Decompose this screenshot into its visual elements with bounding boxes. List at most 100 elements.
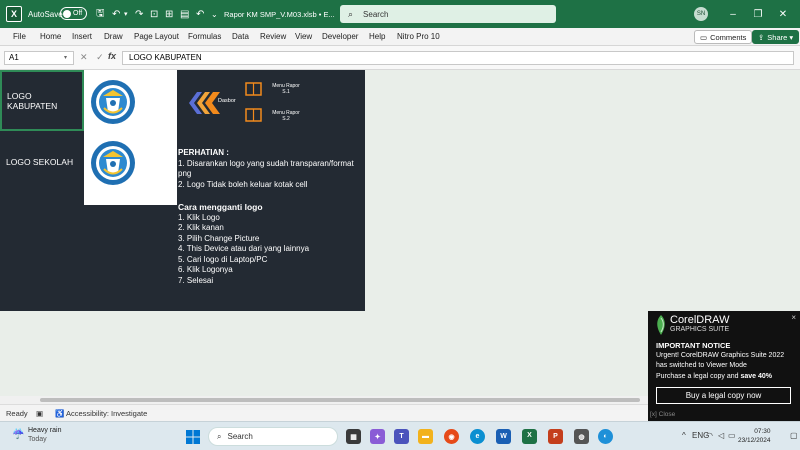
menu-rapor-s1-label[interactable]: Menu Rapor S.1 bbox=[271, 83, 301, 95]
notification-icon[interactable]: ▢ bbox=[790, 431, 798, 440]
book-icon-2[interactable] bbox=[245, 108, 262, 122]
tab-draw[interactable]: Draw bbox=[104, 32, 123, 41]
tab-insert[interactable]: Insert bbox=[72, 32, 92, 41]
restore-icon[interactable]: ❐ bbox=[751, 7, 765, 21]
name-box-dropdown-icon[interactable]: ▾ bbox=[64, 54, 67, 61]
tab-formulas[interactable]: Formulas bbox=[188, 32, 221, 41]
word-icon[interactable]: W bbox=[496, 429, 511, 444]
menu-rapor-s2-label[interactable]: Menu Rapor S.2 bbox=[271, 110, 301, 122]
scrollbar-thumb[interactable] bbox=[40, 398, 640, 402]
autosave-toggle[interactable]: Off bbox=[60, 7, 87, 20]
wifi-icon[interactable]: ◠ bbox=[706, 431, 713, 440]
cell-a2-text[interactable]: LOGO SEKOLAH bbox=[6, 157, 73, 167]
quick-access-icon-3[interactable]: ▤ bbox=[180, 7, 189, 21]
undo-icon[interactable]: ↶ bbox=[112, 7, 120, 21]
tab-file[interactable]: File bbox=[13, 32, 26, 41]
step-item: 6. Klik Logonya bbox=[178, 265, 233, 274]
share-button[interactable]: ⇪ Share ▾ bbox=[752, 30, 800, 44]
tab-review[interactable]: Review bbox=[260, 32, 286, 41]
clock-date: 23/12/2024 bbox=[738, 437, 771, 444]
logo-box bbox=[84, 70, 177, 205]
save-icon[interactable]: 🖫 bbox=[96, 7, 105, 21]
weather-icon[interactable]: ☔ bbox=[12, 429, 24, 440]
instructions: PERHATIAN : 1. Disarankan logo yang suda… bbox=[178, 148, 365, 286]
offer-text: Purchase a legal copy and bbox=[656, 373, 741, 380]
close-icon[interactable]: × bbox=[791, 313, 796, 322]
share-icon: ⇪ bbox=[758, 32, 765, 42]
taskbar-search-placeholder: Search bbox=[227, 432, 253, 441]
tab-page-layout[interactable]: Page Layout bbox=[134, 32, 179, 41]
tab-nitro[interactable]: Nitro Pro 10 bbox=[397, 32, 440, 41]
battery-icon[interactable]: ▭ bbox=[728, 431, 736, 440]
clock[interactable]: 07:30 23/12/2024 bbox=[738, 427, 771, 445]
confirm-icon[interactable]: ✓ bbox=[96, 52, 104, 62]
customize-toolbar-icon[interactable]: ⌄ bbox=[211, 7, 218, 21]
weather-widget[interactable]: Heavy rain Today bbox=[28, 426, 61, 444]
app-icon[interactable]: ◍ bbox=[574, 429, 589, 444]
minimize-icon[interactable]: – bbox=[726, 7, 740, 21]
dasbor-chevron-icon[interactable] bbox=[183, 92, 223, 114]
avatar[interactable]: SN bbox=[694, 7, 708, 21]
horizontal-scrollbar[interactable] bbox=[0, 396, 648, 404]
weather-title: Heavy rain bbox=[28, 427, 62, 434]
tab-help[interactable]: Help bbox=[369, 32, 385, 41]
app-icon-2[interactable]: ◐ bbox=[598, 429, 613, 444]
coreldraw-notice-popup: × CorelDRAW GRAPHICS SUITE IMPORTANT NOT… bbox=[648, 311, 800, 421]
file-explorer-icon[interactable]: ▬ bbox=[418, 429, 433, 444]
autosave-state: Off bbox=[73, 10, 83, 17]
formula-actions: ✕ ✓ bbox=[80, 52, 104, 63]
search-input[interactable]: ⌕ Search bbox=[340, 5, 556, 23]
accessibility-status[interactable]: Accessibility: Investigate bbox=[66, 409, 147, 418]
corel-sub: GRAPHICS SUITE bbox=[670, 326, 730, 333]
comments-button[interactable]: ▭ Comments bbox=[694, 30, 753, 44]
weather-sub: Today bbox=[28, 436, 47, 443]
search-placeholder: Search bbox=[363, 9, 389, 19]
windows-start-icon[interactable] bbox=[186, 430, 200, 444]
insert-function-icon[interactable]: fx bbox=[108, 51, 116, 61]
undo-dropdown-icon[interactable]: ▾ bbox=[124, 7, 128, 21]
step-item: 4. This Device atau dari yang lainnya bbox=[178, 244, 310, 253]
redo-icon[interactable]: ↷ bbox=[135, 7, 143, 21]
volume-icon[interactable]: ◁ bbox=[718, 431, 724, 440]
tab-home[interactable]: Home bbox=[40, 32, 61, 41]
chrome-icon[interactable]: ◉ bbox=[444, 429, 459, 444]
search-icon: ⌕ bbox=[217, 431, 222, 441]
close-link[interactable]: [x] Close bbox=[650, 411, 675, 418]
notice-line: 1. Disarankan logo yang sudah transparan… bbox=[178, 158, 354, 179]
step-item: 5. Cari logo di Laptop/PC bbox=[178, 254, 268, 264]
quick-access-icon-2[interactable]: ⊞ bbox=[165, 7, 173, 21]
accessibility-icon[interactable]: ♿ bbox=[55, 409, 64, 418]
cell-a1[interactable]: LOGO KABUPATEN bbox=[0, 70, 84, 131]
close-icon[interactable]: ✕ bbox=[776, 7, 790, 21]
buy-legal-copy-button[interactable]: Buy a legal copy now bbox=[656, 387, 791, 404]
notice-title: PERHATIAN : bbox=[178, 148, 229, 157]
powerpoint-icon[interactable]: P bbox=[548, 429, 563, 444]
cancel-icon[interactable]: ✕ bbox=[80, 52, 88, 62]
book-icon[interactable] bbox=[245, 82, 262, 96]
copilot-icon[interactable]: ✦ bbox=[370, 429, 385, 444]
document-title: Rapor KM SMP_V.M03.xlsb • E... bbox=[224, 9, 335, 19]
notice-offer: Purchase a legal copy and save 40% bbox=[656, 373, 772, 380]
teams-icon[interactable]: T bbox=[394, 429, 409, 444]
quick-access-icon[interactable]: ⊡ bbox=[150, 7, 158, 21]
taskbar: ☔ Heavy rain Today ⌕ Search ▦ ✦ T ▬ ◉ e … bbox=[0, 421, 800, 450]
tab-view[interactable]: View bbox=[295, 32, 312, 41]
sekolah-logo-icon[interactable] bbox=[90, 140, 136, 186]
step-item: 1. Klik Logo bbox=[178, 212, 220, 222]
tray-chevron-icon[interactable]: ^ bbox=[682, 431, 686, 440]
tab-data[interactable]: Data bbox=[232, 32, 249, 41]
share-label: Share bbox=[767, 32, 788, 42]
excel-icon[interactable]: X bbox=[522, 429, 537, 444]
formula-input[interactable]: LOGO KABUPATEN bbox=[122, 51, 794, 65]
task-view-icon[interactable]: ▦ bbox=[346, 429, 361, 444]
search-icon: ⌕ bbox=[348, 8, 354, 19]
edge-icon[interactable]: e bbox=[470, 429, 485, 444]
kabupaten-logo-icon[interactable] bbox=[90, 79, 136, 125]
quick-access-icon-4[interactable]: ↶ bbox=[196, 7, 204, 21]
tab-developer[interactable]: Developer bbox=[322, 32, 358, 41]
notice-line: 2. Logo Tidak boleh keluar kotak cell bbox=[178, 179, 308, 189]
macro-icon[interactable]: ▣ bbox=[36, 409, 43, 418]
autosave-label: AutoSave bbox=[28, 9, 63, 19]
dasbor-label[interactable]: Dasbor bbox=[218, 98, 236, 104]
taskbar-search-input[interactable]: ⌕ Search bbox=[208, 427, 338, 446]
